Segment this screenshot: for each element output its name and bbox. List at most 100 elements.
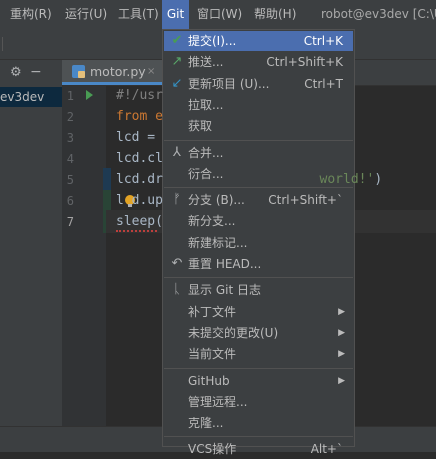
menu-item-label: 克隆... bbox=[188, 416, 224, 431]
menu-separator bbox=[164, 367, 353, 369]
menu-item-label: 推送... bbox=[188, 55, 224, 70]
menu-item-shortcut: Ctrl+T bbox=[304, 76, 343, 91]
code-line: lcd = bbox=[116, 130, 163, 145]
line-number: 4 bbox=[66, 152, 74, 166]
git-menu-item[interactable]: ᚠ 分支 (B)... Ctrl+Shift+` bbox=[164, 190, 353, 210]
change-marker-added bbox=[103, 190, 111, 210]
editor-tab-motor[interactable]: motor.py × bbox=[62, 60, 162, 85]
menu-item-label: 提交(I)... bbox=[188, 34, 237, 48]
code-line: l d.up bbox=[116, 193, 163, 208]
tab-label: motor.py bbox=[90, 64, 146, 79]
code-line: from e bbox=[116, 109, 163, 124]
git-menu-item[interactable]: ⅄ 合并... bbox=[164, 143, 353, 163]
submenu-arrow-icon: ▶ bbox=[338, 306, 345, 317]
git-menu-item[interactable]: 补丁文件 ▶ bbox=[164, 302, 353, 322]
menu-item-shortcut: Ctrl+K bbox=[303, 34, 343, 48]
code-token: ) bbox=[374, 172, 383, 187]
menu-item-label: 当前文件 bbox=[188, 347, 237, 362]
git-menu-item[interactable]: 拉取... bbox=[164, 95, 353, 115]
git-menu-dropdown: ✔ 提交(I)... Ctrl+K ↗ 推送... Ctrl+Shift+K ↙ 更新项目 (… bbox=[162, 29, 355, 456]
code-token: d.up bbox=[131, 193, 163, 208]
line-number: 1 bbox=[66, 89, 74, 103]
code-token: world!' bbox=[319, 172, 375, 187]
line-number: 7 bbox=[66, 215, 74, 229]
merge-icon: ⅄ bbox=[173, 144, 181, 160]
git-menu-item[interactable]: 新分支... bbox=[164, 211, 353, 231]
git-menu-item[interactable]: 未提交的更改(U) ▶ bbox=[164, 323, 353, 343]
code-token: sleep( bbox=[116, 214, 163, 229]
menu-item-label: 分支 (B)... bbox=[188, 193, 245, 208]
menu-item-shortcut: Ctrl+Shift+K bbox=[266, 55, 343, 70]
git-menu-item[interactable]: ✔ 提交(I)... Ctrl+K bbox=[164, 31, 353, 51]
project-panel-header: ⚙ − bbox=[0, 60, 62, 86]
menu-separator bbox=[164, 277, 353, 279]
push-arrow-icon: ↗ bbox=[171, 54, 183, 70]
code-token: from e bbox=[116, 109, 163, 124]
code-token: #!/usr bbox=[116, 88, 163, 103]
code-token: lcd = bbox=[116, 130, 163, 145]
code-line: lcd.cl bbox=[116, 151, 163, 166]
git-menu-item[interactable]: 获取 bbox=[164, 116, 353, 136]
menu-item-label: 新分支... bbox=[188, 214, 236, 229]
submenu-arrow-icon: ▶ bbox=[338, 375, 345, 386]
branch-icon: ᚠ bbox=[173, 192, 181, 208]
git-menu-item[interactable]: 管理远程... bbox=[164, 392, 353, 412]
menu-item-label: 显示 Git 日志 bbox=[188, 283, 261, 298]
git-menu-item[interactable]: GitHub ▶ bbox=[164, 371, 353, 391]
menu-item-label: GitHub bbox=[188, 373, 230, 388]
menu-tools[interactable]: 工具(T) bbox=[116, 0, 162, 29]
menu-item-label: 更新项目 (U)... bbox=[188, 76, 270, 91]
toolbar-separator bbox=[2, 37, 3, 51]
menu-item-label: 新建标记... bbox=[188, 235, 248, 250]
menu-item-label: 补丁文件 bbox=[188, 304, 237, 319]
menu-separator bbox=[164, 436, 353, 438]
menu-git[interactable]: Git bbox=[162, 0, 189, 29]
menu-item-label: 未提交的更改(U) bbox=[188, 325, 279, 340]
line-number: 6 bbox=[66, 194, 74, 208]
settings-gear-icon[interactable]: ⚙ bbox=[10, 65, 22, 80]
project-panel: ⚙ − ev3dev bbox=[0, 60, 63, 451]
tab-close-icon[interactable]: × bbox=[147, 60, 155, 84]
git-menu-item[interactable]: 克隆... bbox=[164, 413, 353, 433]
python-file-icon bbox=[72, 65, 85, 78]
check-icon: ✔ bbox=[171, 33, 183, 48]
git-menu-item[interactable]: ↙ 更新项目 (U)... Ctrl+T bbox=[164, 74, 353, 94]
reset-icon: ↶ bbox=[171, 256, 183, 271]
menu-item-label: 重置 HEAD... bbox=[188, 257, 262, 271]
project-tree-item-selected[interactable]: ev3dev bbox=[0, 87, 62, 107]
menu-window[interactable]: 窗口(W) bbox=[194, 0, 246, 29]
git-menu-item[interactable]: ↶ 重置 HEAD... bbox=[164, 254, 353, 274]
submenu-arrow-icon: ▶ bbox=[338, 349, 345, 360]
line-number: 2 bbox=[66, 110, 74, 124]
code-token: l bbox=[116, 193, 124, 208]
submenu-arrow-icon: ▶ bbox=[338, 327, 345, 338]
code-line: #!/usr bbox=[116, 88, 163, 103]
hide-panel-icon[interactable]: − bbox=[30, 64, 42, 80]
menu-item-label: 管理远程... bbox=[188, 394, 248, 409]
code-token: lcd.dr bbox=[116, 172, 163, 187]
menu-item-label: 拉取... bbox=[188, 97, 224, 112]
menu-separator bbox=[164, 187, 353, 189]
menu-run[interactable]: 运行(U) bbox=[62, 0, 114, 29]
update-arrow-icon: ↙ bbox=[171, 75, 183, 91]
git-menu-item[interactable]: 新建标记... bbox=[164, 233, 353, 253]
project-tree-label: ev3dev bbox=[0, 90, 45, 104]
git-menu-item[interactable]: ↗ 推送... Ctrl+Shift+K bbox=[164, 52, 353, 72]
run-gutter-icon[interactable] bbox=[86, 90, 93, 100]
line-number: 3 bbox=[66, 131, 74, 145]
menu-item-shortcut: Alt+` bbox=[310, 442, 343, 457]
menu-bar: 重构(R) 运行(U) 工具(T) Git 窗口(W) 帮助(H) robot@… bbox=[0, 0, 436, 29]
code-token: lcd.cl bbox=[116, 151, 163, 166]
menu-item-shortcut: Ctrl+Shift+` bbox=[268, 193, 343, 208]
git-menu-item[interactable]: ᚳ 显示 Git 日志 bbox=[164, 280, 353, 300]
menu-separator bbox=[164, 139, 353, 141]
window-title: robot@ev3dev [C:\U bbox=[321, 7, 436, 21]
menu-help[interactable]: 帮助(H) bbox=[252, 0, 302, 29]
change-marker bbox=[103, 168, 111, 190]
git-menu-item[interactable]: 当前文件 ▶ bbox=[164, 344, 353, 364]
git-menu-item[interactable]: VCS操作 Alt+` bbox=[164, 439, 353, 459]
menu-item-label: VCS操作 bbox=[188, 442, 237, 457]
menu-refactor[interactable]: 重构(R) bbox=[2, 0, 60, 29]
